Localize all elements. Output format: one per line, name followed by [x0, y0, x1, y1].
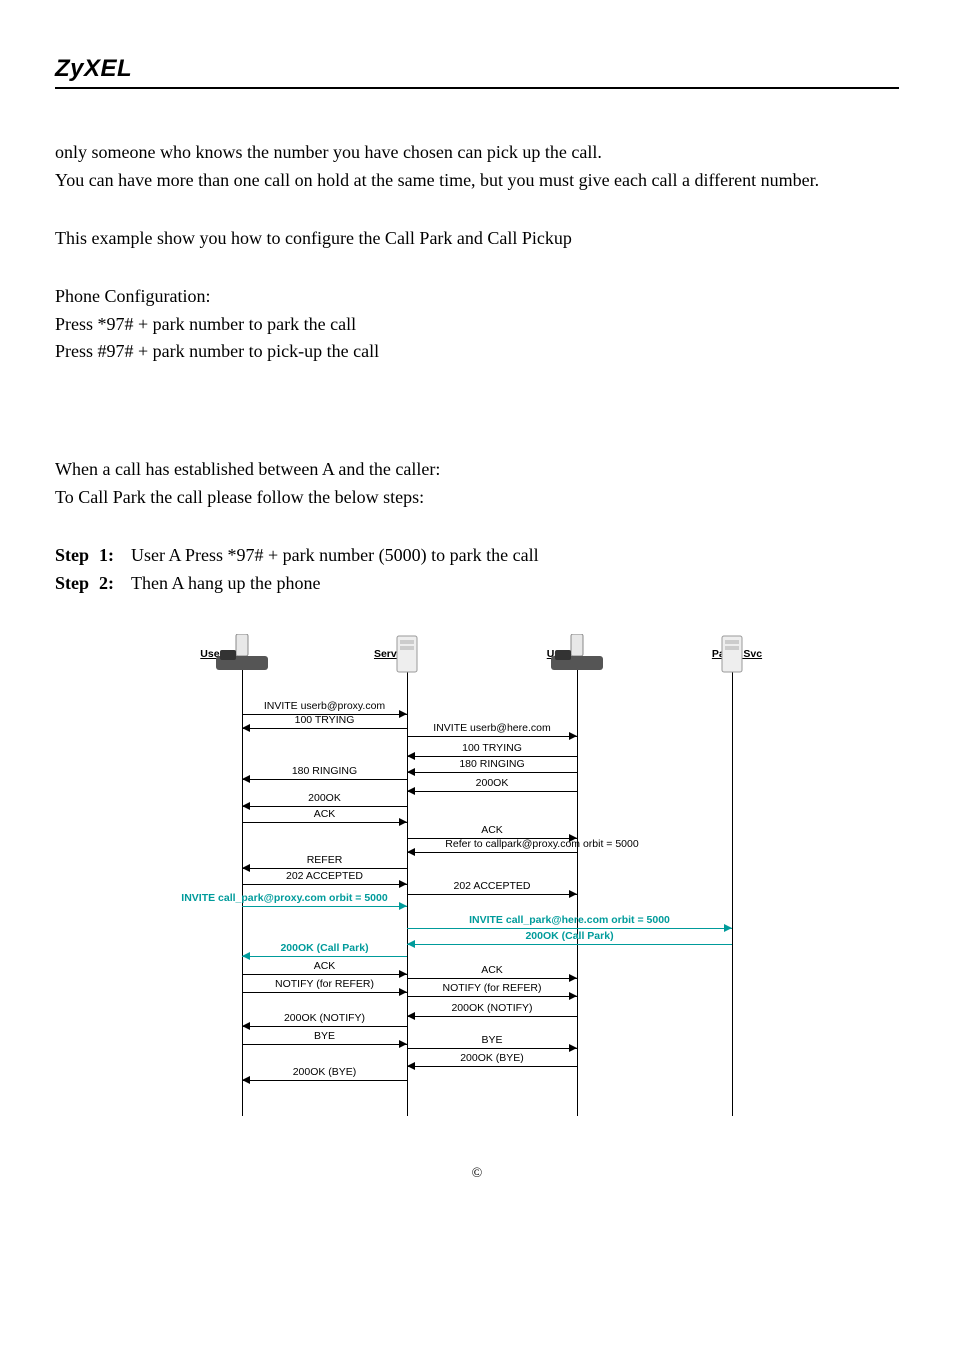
- message-label: BYE: [481, 1035, 502, 1046]
- message-label: 180 RINGING: [459, 759, 524, 770]
- message-label: 100 TRYING: [295, 715, 355, 726]
- message-label: INVITE call_park@proxy.com orbit = 5000: [181, 893, 387, 904]
- message-label: ACK: [481, 965, 503, 976]
- message-label: BYE: [314, 1031, 335, 1042]
- server-icon: [720, 634, 744, 677]
- message-label: 200OK: [476, 778, 509, 789]
- message-label: 200OK (BYE): [293, 1067, 357, 1078]
- lifeline-a: [242, 666, 243, 1116]
- paragraph-6: When a call has established between A an…: [55, 456, 899, 484]
- brand-logo: ZyXEL: [55, 55, 899, 83]
- message-label: 200OK (Call Park): [280, 943, 368, 954]
- message-label: ACK: [314, 961, 336, 972]
- message-label: 200OK (NOTIFY): [451, 1003, 532, 1014]
- paragraph-7: To Call Park the call please follow the …: [55, 484, 899, 512]
- paragraph-3: Phone Configuration:: [55, 283, 899, 311]
- message-label: NOTIFY (for REFER): [275, 979, 374, 990]
- paragraph-2: This example show you how to configure t…: [55, 225, 899, 253]
- message-label: 200OK (Call Park): [525, 931, 613, 942]
- sequence-diagram: User A Server User B Park / Svc INVITE u…: [177, 648, 777, 1116]
- message-label: 200OK: [308, 793, 341, 804]
- message-label: NOTIFY (for REFER): [443, 983, 542, 994]
- message-label: 200OK (BYE): [460, 1053, 524, 1064]
- phone-icon: [214, 634, 270, 677]
- message-label: ACK: [481, 825, 503, 836]
- step-text: User A Press *97# + park number (5000) t…: [131, 542, 539, 570]
- phone-icon: [549, 634, 605, 677]
- step-label: Step: [55, 542, 89, 570]
- message-label: Refer to callpark@proxy.com orbit = 5000: [445, 839, 638, 850]
- message-label: ACK: [314, 809, 336, 820]
- message-label: INVITE userb@here.com: [433, 723, 550, 734]
- message-label: INVITE call_park@here.com orbit = 5000: [469, 915, 670, 926]
- step-number: 1:: [99, 542, 121, 570]
- lifeline-park: [732, 666, 733, 1116]
- paragraph-5: Press #97# + park number to pick-up the …: [55, 338, 899, 366]
- message-label: 202 ACCEPTED: [286, 871, 363, 882]
- message-label: 180 RINGING: [292, 766, 357, 777]
- step-1: Step 1: User A Press *97# + park number …: [55, 542, 899, 570]
- footer-copyright: ©: [55, 1166, 899, 1182]
- paragraph-1b: You can have more than one call on hold …: [55, 167, 899, 195]
- step-label: Step: [55, 570, 89, 598]
- lifeline-b: [577, 666, 578, 1116]
- message-label: REFER: [307, 855, 343, 866]
- header-rule: [55, 87, 899, 89]
- step-2: Step 2: Then A hang up the phone: [55, 570, 899, 598]
- step-number: 2:: [99, 570, 121, 598]
- paragraph-1a: only someone who knows the number you ha…: [55, 139, 899, 167]
- message-label: 200OK (NOTIFY): [284, 1013, 365, 1024]
- step-text: Then A hang up the phone: [131, 570, 320, 598]
- message-label: 100 TRYING: [462, 743, 522, 754]
- server-icon: [395, 634, 419, 677]
- message-label: 202 ACCEPTED: [453, 881, 530, 892]
- paragraph-4: Press *97# + park number to park the cal…: [55, 311, 899, 339]
- message-label: INVITE userb@proxy.com: [264, 701, 385, 712]
